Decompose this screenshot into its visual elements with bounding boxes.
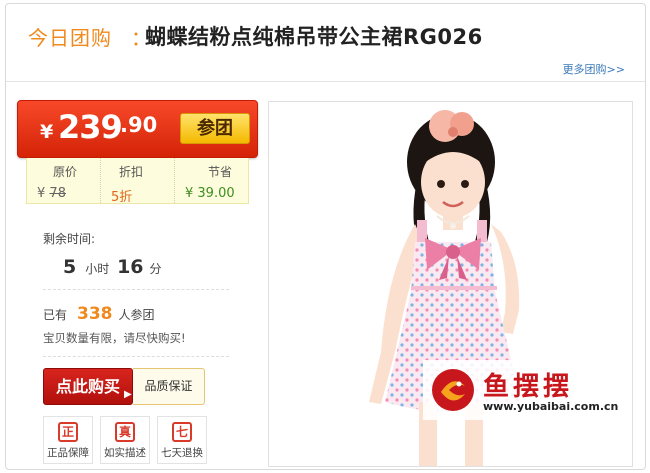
countdown-hours-unit: 小时 bbox=[85, 262, 110, 276]
accurate-icon: 真 bbox=[115, 422, 135, 442]
seven-day-label: 七天退换 bbox=[161, 447, 203, 459]
discount-label: 折扣 bbox=[119, 165, 144, 179]
savings-value: ¥ 39.00 bbox=[185, 186, 235, 201]
seven-day-return-badge[interactable]: 七 七天退换 bbox=[157, 416, 207, 464]
buy-row: 点此购买 ▶ 品质保证 bbox=[43, 368, 205, 406]
watermark-brand: 鱼摆摆 bbox=[483, 372, 574, 402]
price-decimal: .90 bbox=[120, 113, 158, 137]
participants-line: 已有 338 人参团 bbox=[43, 304, 155, 324]
seven-day-icon: 七 bbox=[172, 422, 192, 442]
countdown-minutes-unit: 分 bbox=[149, 262, 162, 276]
authentic-guarantee-badge[interactable]: 正 正品保障 bbox=[43, 416, 93, 464]
price-box: ¥ 239 .90 参团 bbox=[17, 100, 258, 158]
participants-count: 338 bbox=[77, 304, 113, 324]
original-price-currency: ¥ bbox=[37, 186, 46, 201]
service-badges: 正 正品保障 真 如实描述 七 七天退换 bbox=[43, 416, 207, 464]
pointer-cursor-icon: ▶ bbox=[124, 389, 132, 400]
buy-now-label: 点此购买 bbox=[55, 377, 120, 396]
buy-now-button[interactable]: 点此购买 ▶ bbox=[43, 368, 133, 405]
group-buy-panel: 今日团购 ： 蝴蝶结粉点纯棉吊带公主裙RG026 更多团购>> ¥ 239 .9… bbox=[5, 3, 646, 470]
original-price-value: ¥ 78 bbox=[37, 186, 100, 201]
original-price-amount: 78 bbox=[49, 186, 66, 201]
authentic-label: 正品保障 bbox=[47, 447, 89, 459]
accurate-label: 如实描述 bbox=[104, 447, 146, 459]
savings-label: 节省 bbox=[208, 165, 233, 179]
discount-value: 5折 bbox=[111, 190, 133, 205]
quality-guarantee-label: 品质保证 bbox=[133, 368, 205, 405]
divider bbox=[43, 356, 229, 357]
yubaibai-watermark: 鱼摆摆 www.yubaibai.com.cn bbox=[423, 360, 629, 420]
countdown: 5 小时 16 分 bbox=[63, 256, 162, 278]
original-price-label: 原价 bbox=[53, 165, 78, 179]
header: 今日团购 ： 蝴蝶结粉点纯棉吊带公主裙RG026 更多团购>> bbox=[6, 4, 645, 82]
divider bbox=[43, 289, 229, 290]
join-group-button[interactable]: 参团 bbox=[180, 113, 250, 144]
watermark-url: www.yubaibai.com.cn bbox=[483, 400, 619, 413]
price-integer: 239 bbox=[58, 108, 123, 146]
remaining-time-label: 剩余时间: bbox=[43, 232, 96, 246]
price-currency: ¥ bbox=[40, 121, 54, 143]
more-groupbuy-link[interactable]: 更多团购>> bbox=[563, 61, 625, 77]
participants-suffix: 人参团 bbox=[118, 308, 155, 322]
limited-stock-note: 宝贝数量有限，请尽快购买! bbox=[43, 331, 186, 345]
original-price-cell: 原价 ¥ 78 bbox=[27, 158, 101, 203]
countdown-minutes: 16 bbox=[117, 256, 144, 278]
countdown-hours: 5 bbox=[63, 256, 77, 278]
authentic-icon: 正 bbox=[58, 422, 78, 442]
accurate-description-badge[interactable]: 真 如实描述 bbox=[100, 416, 150, 464]
product-title: 蝴蝶结粉点纯棉吊带公主裙RG026 bbox=[145, 25, 483, 49]
today-groupbuy-label: 今日团购 bbox=[28, 26, 112, 50]
price-stats: 原价 ¥ 78 折扣 5折 节省 ¥ 39.00 bbox=[26, 158, 249, 205]
product-photo[interactable]: 鱼摆摆 www.yubaibai.com.cn bbox=[268, 101, 633, 467]
yubaibai-logo-icon bbox=[432, 369, 474, 411]
savings-cell: 节省 ¥ 39.00 bbox=[175, 158, 248, 203]
discount-cell: 折扣 5折 bbox=[101, 158, 175, 205]
participants-prefix: 已有 bbox=[43, 308, 68, 322]
